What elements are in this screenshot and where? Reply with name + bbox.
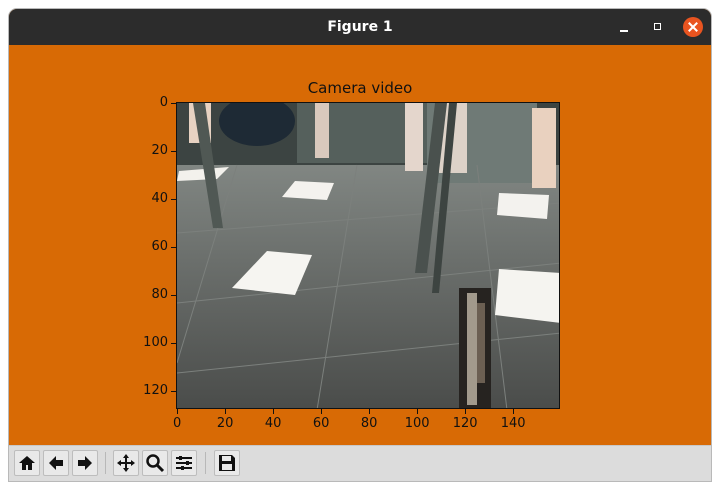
maximize-button[interactable] [648, 17, 668, 37]
configure-subplots-button[interactable] [171, 450, 197, 476]
x-tick-label: 100 [404, 416, 430, 431]
y-tick-label: 120 [143, 383, 168, 398]
x-tick-label: 40 [264, 416, 282, 431]
x-tick-label: 140 [500, 416, 526, 431]
camera-image-axes[interactable] [176, 102, 560, 409]
x-tick-mark [465, 409, 467, 414]
y-tick-label: 0 [159, 95, 168, 111]
y-tick-mark [171, 391, 176, 392]
y-tick-mark [171, 103, 176, 105]
x-tick-mark [177, 409, 179, 414]
x-tick-mark [513, 409, 515, 414]
y-tick-label: 20 [151, 143, 168, 159]
minimize-button[interactable] [614, 17, 634, 37]
camera-frame-image [177, 103, 559, 408]
x-tick-label: 80 [360, 416, 378, 431]
navigation-toolbar [9, 445, 711, 481]
save-button[interactable] [214, 450, 240, 476]
y-tick-mark [171, 247, 176, 249]
y-tick-mark [171, 295, 176, 297]
toolbar-separator [105, 452, 106, 474]
x-tick-label: 60 [312, 416, 330, 431]
home-button[interactable] [14, 450, 40, 476]
plot-title: Camera video [307, 79, 413, 97]
forward-arrow-icon [78, 456, 92, 470]
close-button[interactable] [683, 17, 703, 37]
y-tick-label: 100 [143, 335, 168, 351]
y-tick-mark [171, 151, 176, 153]
pan-button[interactable] [113, 450, 139, 476]
x-tick-label: 120 [452, 416, 478, 431]
forward-button[interactable] [72, 450, 98, 476]
back-arrow-icon [49, 456, 63, 470]
x-tick-mark [417, 409, 419, 414]
pan-icon [117, 454, 135, 472]
x-tick-label: 20 [216, 416, 234, 431]
figure-canvas[interactable]: Camera video 0 20 40 60 80 100 120 0 20 … [9, 45, 711, 445]
zoom-icon [146, 454, 165, 473]
back-button[interactable] [43, 450, 69, 476]
x-tick-mark [321, 409, 323, 414]
save-icon [219, 455, 235, 471]
configure-subplots-icon [176, 456, 192, 470]
x-tick-mark [369, 409, 371, 414]
toolbar-separator [205, 452, 206, 474]
home-icon [19, 456, 35, 470]
window-title: Figure 1 [327, 19, 393, 35]
y-tick-label: 40 [151, 191, 168, 207]
title-bar[interactable]: Figure 1 [9, 9, 711, 45]
y-tick-mark [171, 343, 176, 345]
y-tick-mark [171, 199, 176, 201]
y-tick-label: 80 [151, 287, 168, 303]
figure-window: Figure 1 Camera video 0 20 40 60 80 100 … [9, 9, 711, 481]
x-tick-mark [225, 409, 227, 414]
x-tick-label: 0 [173, 416, 182, 431]
zoom-button[interactable] [142, 450, 168, 476]
y-tick-label: 60 [151, 239, 168, 255]
x-tick-mark [273, 409, 275, 414]
